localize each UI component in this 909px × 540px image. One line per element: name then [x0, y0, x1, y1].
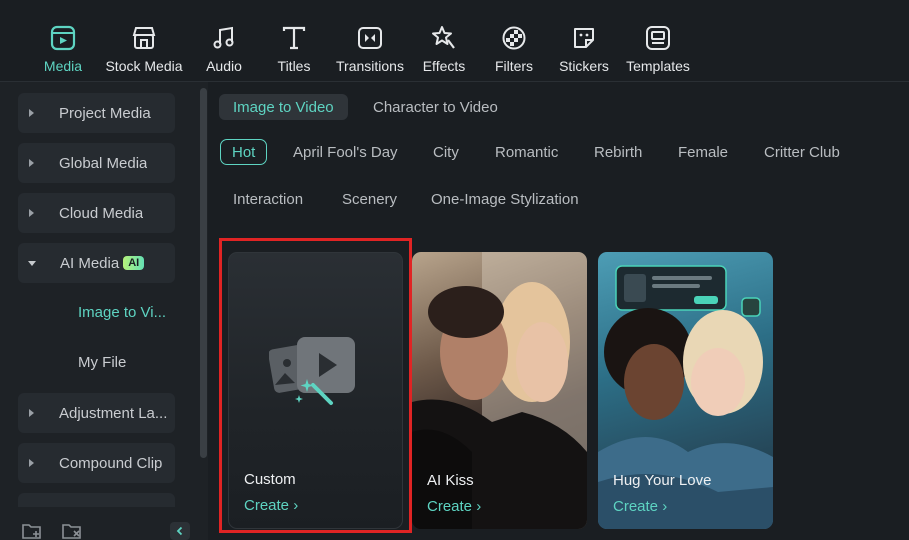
media-icon — [49, 24, 77, 52]
card-title: AI Kiss — [427, 472, 474, 489]
sidebar-item-adjustment-layer[interactable]: Adjustment La... — [18, 393, 175, 433]
toolbar-audio[interactable]: Audio — [204, 0, 244, 82]
card-title: Hug Your Love — [613, 472, 712, 489]
sidebar-item-partial — [18, 493, 175, 507]
toolbar-media-label: Media — [43, 58, 83, 74]
category-scenery[interactable]: Scenery — [342, 186, 397, 212]
sidebar-item-label: Adjustment La... — [59, 404, 168, 422]
filters-icon — [500, 24, 528, 52]
category-interaction[interactable]: Interaction — [233, 186, 303, 212]
left-panel: Project Media Global Media Cloud Media A… — [0, 82, 208, 540]
sidebar-item-ai-media-text: AI Media AI — [60, 254, 145, 272]
effects-icon — [430, 24, 458, 52]
toolbar-effects[interactable]: Effects — [422, 0, 466, 82]
stock-media-icon — [130, 24, 158, 52]
toolbar-templates[interactable]: Templates — [624, 0, 692, 82]
create-label: Create — [427, 498, 473, 515]
category-one-image-stylization[interactable]: One-Image Stylization — [431, 186, 579, 212]
sidebar-item-global-media[interactable]: Global Media — [18, 143, 175, 183]
category-city[interactable]: City — [433, 139, 459, 165]
sidebar-item-project-media[interactable]: Project Media — [18, 93, 175, 133]
sidebar-item-label: AI Media — [60, 254, 120, 272]
chevron-right-icon: › — [662, 498, 668, 515]
collapse-panel-button[interactable] — [170, 522, 190, 540]
sidebar-subitem-image-to-video[interactable]: Image to Vi... — [78, 304, 166, 321]
transitions-icon — [356, 24, 384, 52]
toolbar-templates-label: Templates — [626, 58, 690, 74]
toolbar-media[interactable]: Media — [42, 0, 84, 82]
new-folder-icon[interactable] — [22, 522, 42, 540]
toolbar-effects-label: Effects — [422, 58, 466, 74]
sidebar-item-ai-media[interactable]: AI Media AI — [18, 243, 175, 283]
sidebar-item-label: Global Media — [59, 154, 148, 172]
chevron-right-icon: › — [476, 498, 482, 515]
category-hot[interactable]: Hot — [220, 139, 268, 165]
toolbar-filters-label: Filters — [494, 58, 534, 74]
toolbar-titles[interactable]: Titles — [276, 0, 312, 82]
sidebar-item-label: Project Media — [59, 104, 151, 122]
category-april-fools-day[interactable]: April Fool's Day — [293, 139, 398, 165]
expand-arrow-icon — [29, 109, 34, 117]
stickers-icon — [570, 24, 598, 52]
expand-arrow-icon — [29, 409, 34, 417]
toolbar-transitions-label: Transitions — [336, 58, 404, 74]
category-critter-club[interactable]: Critter Club — [764, 139, 840, 165]
sidebar-item-label: Cloud Media — [59, 204, 144, 222]
toolbar-audio-label: Audio — [206, 58, 242, 74]
tab-image-to-video[interactable]: Image to Video — [219, 94, 348, 120]
expand-arrow-icon — [29, 159, 34, 167]
sidebar-item-cloud-media[interactable]: Cloud Media — [18, 193, 175, 233]
sidebar-item-label: Compound Clip — [59, 454, 163, 472]
toolbar-stock-media-label: Stock Media — [105, 58, 183, 74]
category-female[interactable]: Female — [678, 139, 728, 165]
toolbar-stickers[interactable]: Stickers — [558, 0, 610, 82]
expand-arrow-icon — [29, 209, 34, 217]
titles-icon — [280, 24, 308, 52]
card-create-link[interactable]: Create › — [613, 498, 667, 515]
top-toolbar: Media Stock Media Audio Titles Transitio… — [0, 0, 909, 82]
toolbar-transitions[interactable]: Transitions — [334, 0, 406, 82]
card-create-link[interactable]: Create › — [427, 498, 481, 515]
template-card-hug-your-love[interactable]: Hug Your Love Create › — [598, 252, 773, 529]
category-rebirth[interactable]: Rebirth — [594, 139, 642, 165]
toolbar-titles-label: Titles — [277, 58, 311, 74]
highlight-box — [219, 238, 412, 533]
tab-character-to-video[interactable]: Character to Video — [359, 94, 512, 120]
toolbar-stickers-label: Stickers — [559, 58, 609, 74]
collapse-arrow-icon — [28, 260, 36, 266]
expand-arrow-icon — [29, 459, 34, 467]
category-romantic[interactable]: Romantic — [495, 139, 558, 165]
sidebar-scrollbar[interactable] — [200, 88, 207, 458]
sidebar-item-compound-clip[interactable]: Compound Clip — [18, 443, 175, 483]
chevron-left-icon — [176, 526, 183, 536]
ai-badge: AI — [123, 255, 145, 270]
template-card-ai-kiss[interactable]: AI Kiss Create › — [412, 252, 587, 529]
templates-icon — [644, 24, 672, 52]
delete-folder-icon[interactable] — [62, 522, 82, 540]
music-note-icon — [210, 24, 238, 52]
sidebar-subitem-my-file[interactable]: My File — [78, 354, 126, 371]
toolbar-stock-media[interactable]: Stock Media — [102, 0, 186, 82]
create-label: Create — [613, 498, 659, 515]
toolbar-filters[interactable]: Filters — [494, 0, 534, 82]
